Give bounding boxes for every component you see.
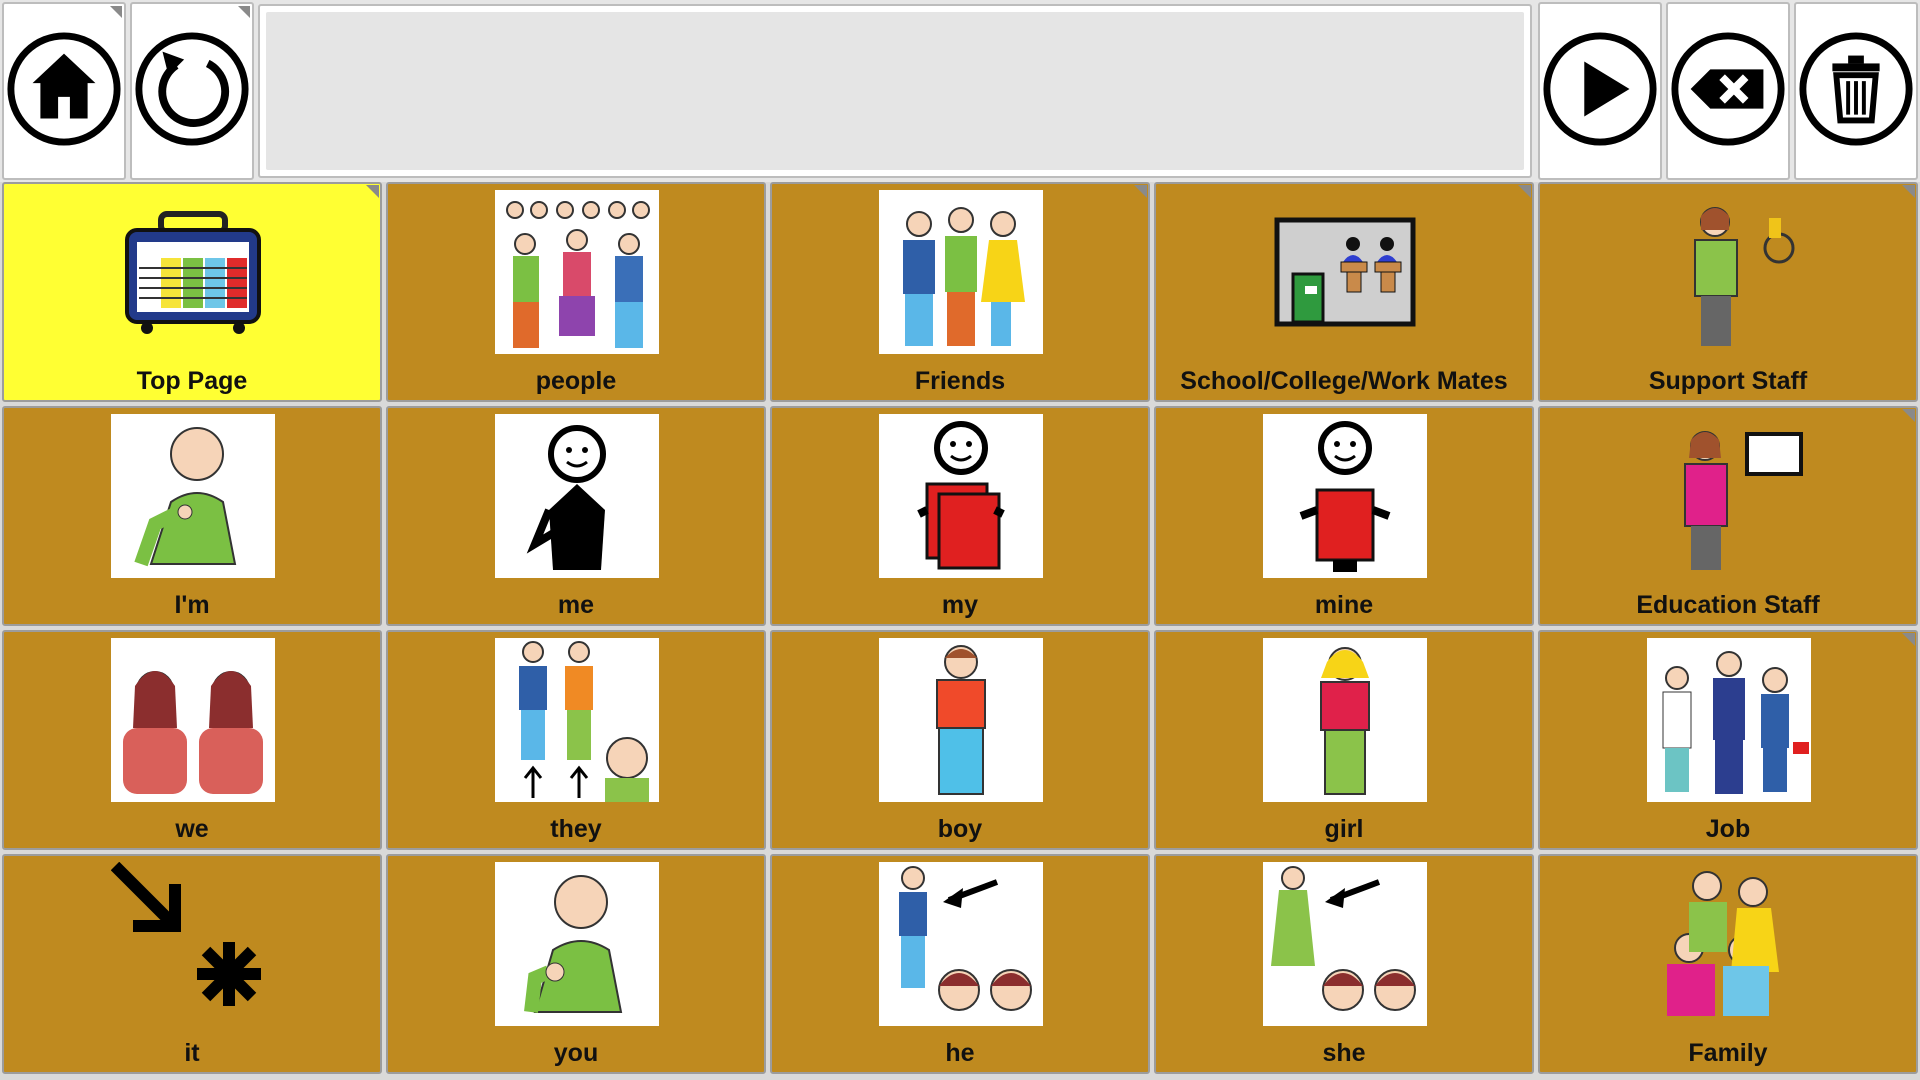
communication-board-icon [111, 190, 275, 354]
backspace-icon [1669, 30, 1787, 153]
message-bar[interactable] [258, 4, 1532, 178]
cell-label: Friends [914, 367, 1006, 395]
cell-it[interactable]: it [2, 854, 382, 1074]
cell-label: Support Staff [1648, 367, 1808, 395]
fold-corner [1518, 185, 1531, 198]
cell-he[interactable]: he [770, 854, 1150, 1074]
symbol-grid: Top Page people Friends School/College/W… [2, 182, 1918, 1078]
cell-family[interactable]: Family [1538, 854, 1918, 1074]
home-icon [5, 30, 123, 153]
fold-corner [366, 185, 379, 198]
cell-label: Education Staff [1636, 591, 1820, 619]
cell-label: mine [1314, 591, 1374, 619]
cell-my[interactable]: my [770, 406, 1150, 626]
cell-you[interactable]: you [386, 854, 766, 1074]
cell-she[interactable]: she [1154, 854, 1534, 1074]
cell-label: Job [1705, 815, 1751, 843]
cell-support-staff[interactable]: Support Staff [1538, 182, 1918, 402]
he-icon [879, 862, 1043, 1026]
it-icon [110, 861, 275, 1026]
cell-label: he [945, 1039, 975, 1067]
undo-icon [133, 30, 251, 153]
my-icon [879, 414, 1043, 578]
cell-label: me [557, 591, 595, 619]
they-icon [495, 638, 659, 802]
cell-top-page[interactable]: Top Page [2, 182, 382, 402]
cell-me[interactable]: me [386, 406, 766, 626]
cell-label: people [535, 367, 617, 395]
boy-icon [879, 638, 1043, 802]
cell-im[interactable]: I'm [2, 406, 382, 626]
cell-label: they [550, 815, 602, 843]
trash-icon [1797, 30, 1915, 153]
we-sign-icon [111, 638, 275, 802]
cell-label: boy [937, 815, 983, 843]
job-icon [1647, 638, 1811, 802]
cell-school-college-work-mates[interactable]: School/College/Work Mates [1154, 182, 1534, 402]
aac-board: Top Page people Friends School/College/W… [0, 0, 1920, 1080]
fold-corner [1902, 409, 1915, 422]
cell-label: it [184, 1039, 200, 1067]
she-icon [1263, 862, 1427, 1026]
home-button[interactable] [2, 2, 126, 180]
play-icon [1541, 30, 1659, 153]
cell-label: I'm [174, 591, 210, 619]
fold-corner [110, 6, 122, 18]
cell-girl[interactable]: girl [1154, 630, 1534, 850]
cell-label: my [941, 591, 979, 619]
cell-education-staff[interactable]: Education Staff [1538, 406, 1918, 626]
cell-people[interactable]: people [386, 182, 766, 402]
cell-label: girl [1324, 815, 1364, 843]
fold-corner [1902, 185, 1915, 198]
speak-button[interactable] [1538, 2, 1662, 180]
support-staff-icon [1647, 190, 1811, 354]
cell-we[interactable]: we [2, 630, 382, 850]
you-icon [495, 862, 659, 1026]
fold-corner [1134, 185, 1147, 198]
im-sign-icon [111, 414, 275, 578]
education-staff-icon [1647, 414, 1811, 578]
classroom-icon [1263, 190, 1427, 354]
undo-button[interactable] [130, 2, 254, 180]
fold-corner [1902, 633, 1915, 646]
cell-label: she [1322, 1039, 1366, 1067]
cell-label: you [553, 1039, 599, 1067]
mine-icon [1263, 414, 1427, 578]
cell-they[interactable]: they [386, 630, 766, 850]
people-icon [495, 190, 659, 354]
cell-label: Top Page [136, 367, 248, 395]
toolbar [0, 0, 1920, 182]
cell-mine[interactable]: mine [1154, 406, 1534, 626]
friends-icon [879, 190, 1043, 354]
family-icon [1647, 862, 1811, 1026]
fold-corner [238, 6, 250, 18]
cell-label: School/College/Work Mates [1180, 367, 1508, 395]
backspace-button[interactable] [1666, 2, 1790, 180]
girl-icon [1263, 638, 1427, 802]
cell-job[interactable]: Job [1538, 630, 1918, 850]
cell-friends[interactable]: Friends [770, 182, 1150, 402]
clear-button[interactable] [1794, 2, 1918, 180]
cell-label: we [175, 815, 209, 843]
me-icon [495, 414, 659, 578]
cell-boy[interactable]: boy [770, 630, 1150, 850]
cell-label: Family [1688, 1039, 1768, 1067]
